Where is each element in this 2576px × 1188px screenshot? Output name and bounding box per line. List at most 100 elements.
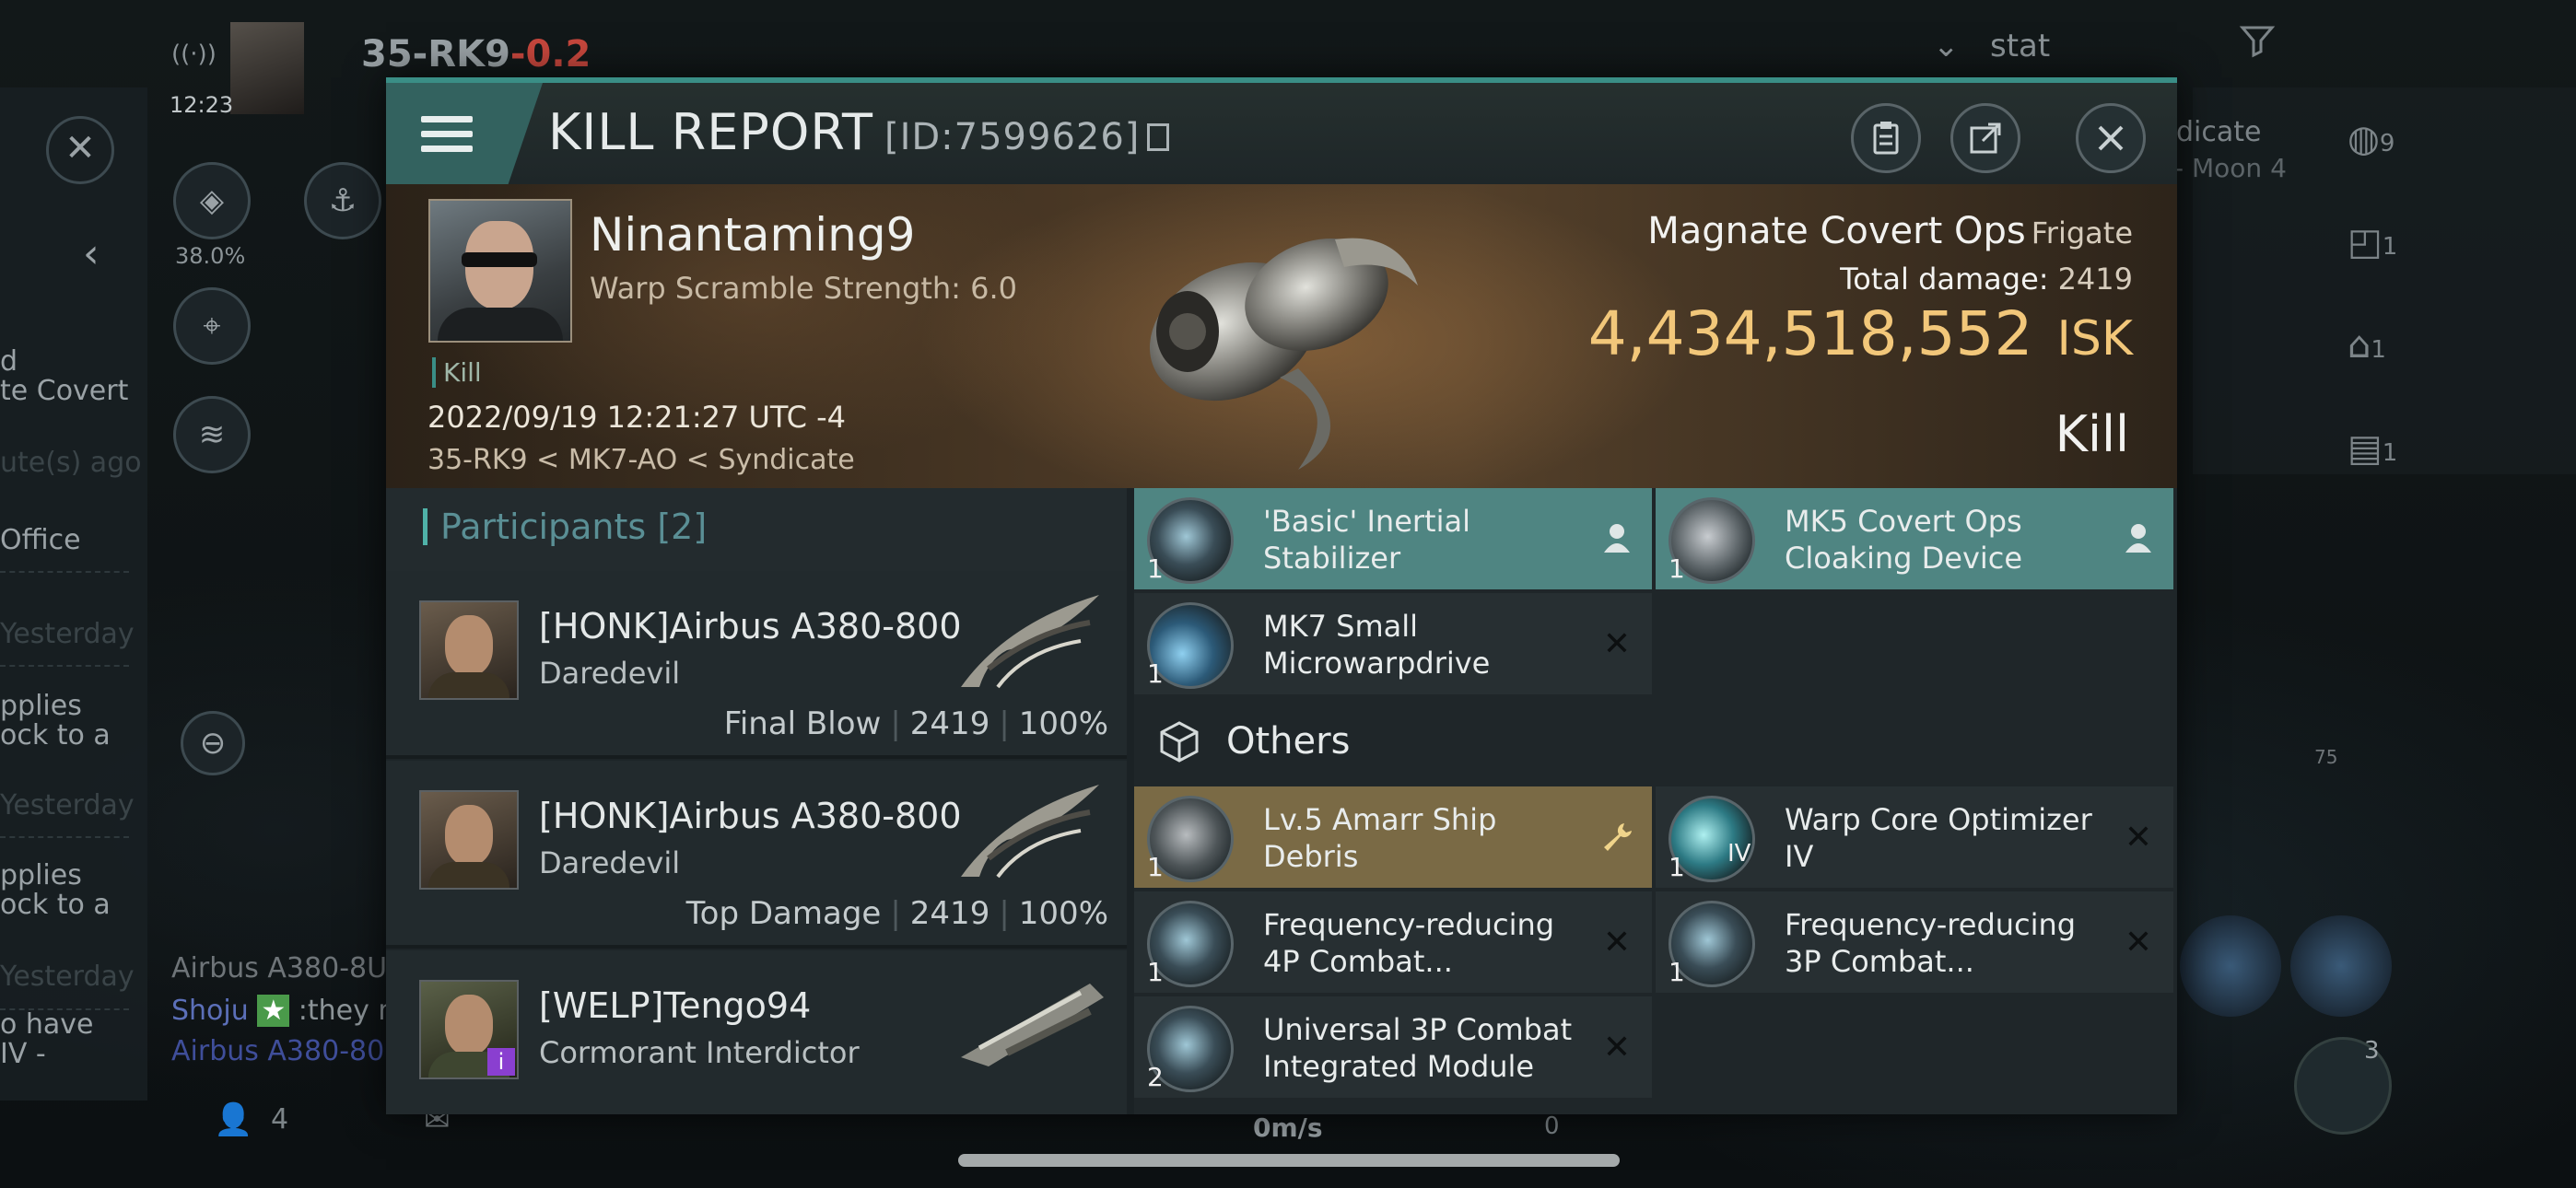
fleet-icon[interactable]: 👤: [214, 1101, 252, 1138]
clipboard-button[interactable]: [1851, 103, 1921, 173]
victim-banner: Ninantaming9 Warp Scramble Strength: 6.0…: [386, 184, 2177, 488]
fleet-count: 4: [271, 1103, 289, 1136]
tier-label: IV: [1727, 840, 1751, 868]
item-row[interactable]: 1 MK7 Small Microwarpdrive ✕: [1134, 593, 1652, 694]
cargo-button[interactable]: ◈: [173, 162, 251, 239]
ship-render-image: [1149, 238, 1418, 470]
list-count: 1: [2382, 439, 2398, 467]
hamburger-icon: [421, 108, 473, 160]
module-orb[interactable]: [2180, 915, 2281, 1017]
menu-button[interactable]: [386, 83, 543, 184]
participant-avatar[interactable]: [419, 600, 519, 700]
kill-report-dialog: KILL REPORT [ID:7599626] Ninantaming9 War…: [386, 77, 2177, 1114]
title-text: KILL REPORT: [548, 103, 873, 161]
autopilot-button[interactable]: ⚓: [304, 162, 381, 239]
chat-user[interactable]: Shoju: [171, 995, 249, 1027]
item-row[interactable]: 1 'Basic' Inertial Stabilizer: [1134, 488, 1652, 589]
item-row[interactable]: 1 Frequency-reducing 3P Combat... ✕: [1656, 891, 2173, 993]
chat-time: Yesterday: [0, 618, 135, 650]
chat-text: ock to a: [0, 889, 111, 921]
destroyed-icon: ✕: [2124, 819, 2153, 856]
destroyed-icon: ✕: [2124, 924, 2153, 961]
close-icon[interactable]: ✕: [46, 116, 114, 184]
share-button[interactable]: [1950, 103, 2020, 173]
search-text[interactable]: stat: [1990, 28, 2050, 64]
share-icon: [1970, 122, 2001, 154]
system-name[interactable]: 35-RK9-0.2: [361, 33, 591, 76]
location-pin-button[interactable]: ⌖: [173, 287, 251, 365]
module-orb[interactable]: [2290, 915, 2392, 1017]
ship-name[interactable]: Magnate Covert Ops Frigate: [1647, 210, 2133, 252]
item-row[interactable]: 1 MK5 Covert Ops Cloaking Device: [1656, 488, 2173, 589]
ship-icon: [961, 984, 1104, 1066]
participant-stats: Final Blow | 2419 | 100%: [723, 705, 1108, 742]
chat-line: Shoju ★ :they n: [171, 995, 395, 1027]
item-qty: 1: [1147, 658, 1164, 689]
victim-avatar[interactable]: [428, 199, 572, 343]
chat-text: o have: [0, 1008, 94, 1041]
total-damage-value: 2419: [2057, 262, 2133, 297]
item-row[interactable]: 2 Universal 3P Combat Integrated Module …: [1134, 996, 1652, 1098]
warp-count: 1: [2371, 336, 2386, 364]
destroyed-icon: ✕: [1602, 1029, 1632, 1066]
system-name-text: 35-RK9: [361, 33, 510, 76]
participant-ship: Cormorant Interdictor: [539, 1035, 860, 1070]
victim-name[interactable]: Ninantaming9: [590, 208, 915, 262]
copy-icon[interactable]: [1147, 123, 1170, 151]
window-icon[interactable]: ◰1: [2348, 221, 2397, 263]
chevron-down-icon[interactable]: ⌄: [1933, 28, 1960, 64]
home-indicator[interactable]: [958, 1154, 1620, 1167]
pilot-icon: [2120, 521, 2157, 558]
participant-row[interactable]: i [WELP]Tengo94 Cormorant Interdictor: [386, 950, 1127, 1114]
item-qty: 1: [1669, 852, 1685, 882]
overview-icon[interactable]: ◍9: [2348, 118, 2395, 160]
item-row[interactable]: 1 Frequency-reducing 4P Combat... ✕: [1134, 891, 1652, 993]
warp-icon[interactable]: ⌂1: [2348, 324, 2386, 367]
participant-name: [HONK]Airbus A380-800: [539, 796, 962, 836]
item-name: Frequency-reducing 3P Combat...: [1785, 907, 2077, 979]
list-icon[interactable]: ▤1: [2348, 427, 2397, 470]
item-row[interactable]: IV 1 Warp Core Optimizer IV ✕: [1656, 786, 2173, 888]
close-button[interactable]: [2076, 103, 2146, 173]
kill-tag: Kill: [432, 357, 482, 388]
captain-portrait[interactable]: [230, 22, 304, 114]
participant-row[interactable]: [HONK]Airbus A380-800 Daredevil Top Dama…: [386, 761, 1127, 949]
participant-percent: 100%: [1018, 895, 1108, 932]
participants-header: Participants [2]: [386, 488, 1127, 571]
participant-row[interactable]: [HONK]Airbus A380-800 Daredevil Final Bl…: [386, 571, 1127, 759]
participant-ship: Daredevil: [539, 845, 681, 880]
item-qty: 1: [1669, 957, 1685, 987]
participant-avatar[interactable]: [419, 790, 519, 890]
total-damage: Total damage: 2419: [1840, 262, 2133, 297]
others-label: Others: [1226, 720, 1351, 763]
clipboard-icon: [1873, 122, 1899, 155]
total-damage-label: Total damage:: [1840, 262, 2049, 297]
layers-button[interactable]: ≋: [173, 396, 251, 473]
kill-location[interactable]: 35-RK9 < MK7-AO < Syndicate: [427, 444, 855, 476]
turret-count: 3: [2364, 1037, 2380, 1065]
filter-icon[interactable]: [2239, 22, 2276, 59]
item-name: Universal 3P Combat Integrated Module: [1263, 1012, 1573, 1084]
left-chat-panel: d te Covert ute(s) ago Office Yesterday …: [0, 87, 147, 1101]
chat-name: Airbus A380-8U: [171, 952, 388, 984]
chevron-left-icon[interactable]: ‹: [83, 230, 100, 277]
item-qty: 2: [1147, 1062, 1164, 1092]
isk-value: 4,434,518,552 ISK: [1588, 298, 2133, 369]
target-button[interactable]: ⊖: [181, 711, 245, 775]
participants-label: Participants: [440, 507, 647, 547]
participant-avatar[interactable]: i: [419, 980, 519, 1079]
speed-readout: 0m/s: [1253, 1112, 1323, 1143]
chat-text: te Covert: [0, 375, 129, 407]
item-qty: 1: [1147, 553, 1164, 584]
percent-readout: 38.0%: [175, 243, 246, 269]
participant-damage: 2419: [909, 895, 990, 932]
item-name: 'Basic' Inertial Stabilizer: [1263, 504, 1470, 576]
chat-text: pplies: [0, 690, 82, 722]
participant-role: Top Damage: [685, 895, 882, 932]
destroyed-icon: ✕: [1602, 924, 1632, 961]
zero-readout: 0: [1544, 1112, 1560, 1140]
participant-damage: 2419: [909, 705, 990, 742]
grid-tick: 75: [2314, 746, 2338, 768]
item-row[interactable]: 1 Lv.5 Amarr Ship Debris: [1134, 786, 1652, 888]
participant-ship: Daredevil: [539, 656, 681, 691]
